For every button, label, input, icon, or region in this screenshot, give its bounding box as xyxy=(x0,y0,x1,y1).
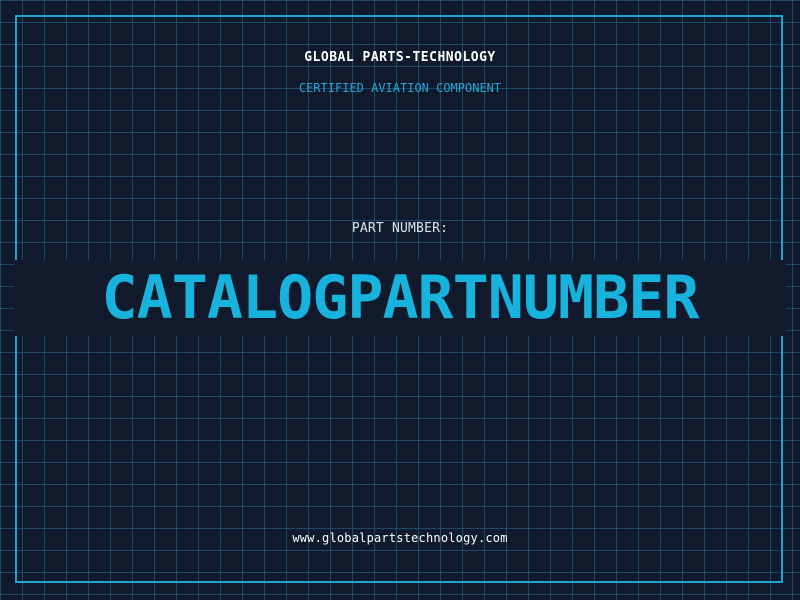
part-number-value: CATALOGPARTNUMBER xyxy=(101,263,699,333)
website-url: www.globalpartstechnology.com xyxy=(292,531,508,545)
part-number-label: PART NUMBER: xyxy=(351,221,449,236)
company-name: GLOBAL PARTS-TECHNOLOGY xyxy=(304,50,496,65)
certification-subtitle: CERTIFIED AVIATION COMPONENT xyxy=(298,81,502,95)
certificate-canvas: GLOBAL PARTS-TECHNOLOGY CERTIFIED AVIATI… xyxy=(0,0,800,600)
